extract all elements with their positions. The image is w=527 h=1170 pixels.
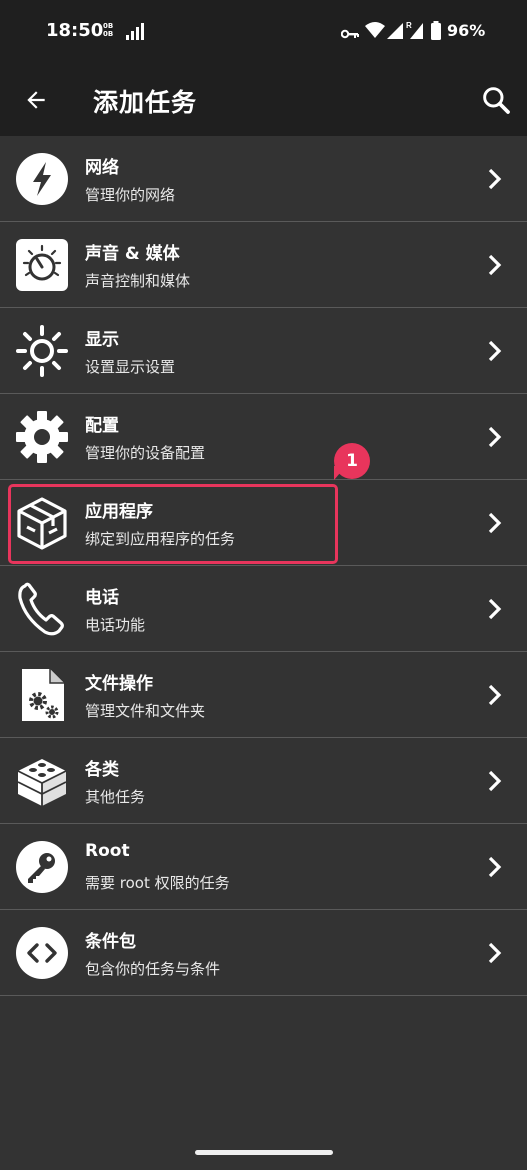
category-subtitle: 其他任务 — [85, 788, 146, 806]
category-title: 各类 — [85, 760, 119, 780]
brightness-icon — [15, 324, 69, 378]
arrow-left-icon — [27, 91, 45, 109]
code-icon — [15, 926, 69, 980]
category-subtitle: 管理你的网络 — [85, 186, 176, 204]
category-subtitle: 电话功能 — [85, 616, 146, 634]
cell-signal-icon — [386, 22, 404, 44]
chevron-right-icon — [483, 422, 507, 452]
category-subtitle: 管理你的设备配置 — [85, 444, 206, 462]
category-title: 文件操作 — [85, 674, 153, 694]
category-title: 显示 — [85, 330, 119, 350]
page-title: 添加任务 — [93, 88, 198, 117]
volume-knob-icon — [15, 238, 69, 292]
data-rate-indicator: 0B 0B — [103, 22, 114, 38]
category-subtitle: 设置显示设置 — [85, 358, 176, 376]
status-time: 18:50 — [46, 20, 104, 41]
chevron-right-icon — [483, 164, 507, 194]
step-badge: 1 — [334, 443, 370, 479]
svg-text:R: R — [406, 21, 412, 30]
category-item-sound-media[interactable]: 声音 & 媒体 声音控制和媒体 — [0, 222, 527, 308]
category-item-network[interactable]: 网络 管理你的网络 — [0, 136, 527, 222]
highlight-box — [8, 484, 338, 564]
chevron-right-icon — [483, 336, 507, 366]
category-title: 条件包 — [85, 932, 136, 952]
category-item-configuration[interactable]: 配置 管理你的设备配置 — [0, 394, 527, 480]
category-subtitle: 声音控制和媒体 — [85, 272, 191, 290]
back-button[interactable] — [14, 78, 58, 122]
home-indicator[interactable] — [195, 1150, 333, 1155]
blocks-icon — [15, 754, 69, 808]
chevron-right-icon — [483, 508, 507, 538]
chevron-right-icon — [483, 766, 507, 796]
chevron-right-icon — [483, 680, 507, 710]
category-title: Root — [85, 841, 130, 861]
category-item-root[interactable]: Root 需要 root 权限的任务 — [0, 824, 527, 910]
category-item-misc[interactable]: 各类 其他任务 — [0, 738, 527, 824]
battery-icon — [430, 21, 442, 45]
roaming-signal-icon: R — [406, 20, 424, 44]
key-icon — [15, 840, 69, 894]
category-list: 网络 管理你的网络 声音 & 媒体 声音控制和媒体 显示 设置显示设置 配置 管… — [0, 136, 527, 996]
category-title: 声音 & 媒体 — [85, 244, 180, 264]
phone-icon — [15, 582, 69, 636]
chevron-right-icon — [483, 250, 507, 280]
gear-icon — [15, 410, 69, 464]
category-subtitle: 需要 root 权限的任务 — [85, 874, 230, 892]
category-title: 网络 — [85, 158, 119, 178]
category-title: 配置 — [85, 416, 119, 436]
category-item-phone[interactable]: 电话 电话功能 — [0, 566, 527, 652]
chevron-right-icon — [483, 852, 507, 882]
chevron-right-icon — [483, 938, 507, 968]
chevron-right-icon — [483, 594, 507, 624]
status-bar: 18:50 0B 0B R 96% — [0, 0, 527, 64]
category-title: 电话 — [85, 588, 119, 608]
category-item-condition-pack[interactable]: 条件包 包含你的任务与条件 — [0, 910, 527, 996]
category-item-file-operations[interactable]: 文件操作 管理文件和文件夹 — [0, 652, 527, 738]
category-subtitle: 管理文件和文件夹 — [85, 702, 206, 720]
search-icon — [483, 87, 510, 114]
wifi-icon — [365, 21, 385, 43]
vpn-key-icon — [340, 25, 359, 44]
lightning-icon — [15, 152, 69, 206]
category-subtitle: 包含你的任务与条件 — [85, 960, 221, 978]
battery-percent: 96% — [447, 21, 486, 40]
app-bar: 添加任务 — [0, 64, 527, 136]
category-item-display[interactable]: 显示 设置显示设置 — [0, 308, 527, 394]
file-gear-icon — [15, 668, 69, 722]
search-button[interactable] — [474, 78, 518, 122]
signal-bars-icon — [125, 22, 145, 44]
